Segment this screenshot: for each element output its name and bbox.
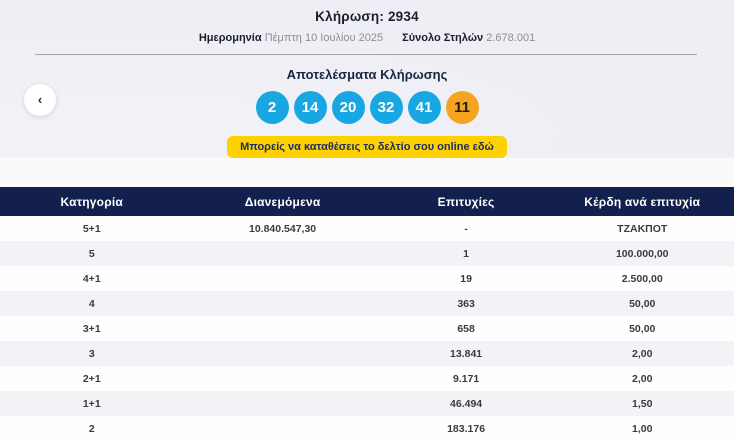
cell-prize: 2.500,00 [550,266,734,291]
column-header-distributed: Διανεμόμενα [184,187,382,216]
cell-winners: - [382,216,551,241]
submit-ticket-online-button[interactable]: Μπορείς να καταθέσεις το δελτίο σου onli… [227,136,507,158]
draw-title-label: Κλήρωση: [315,9,384,24]
cell-distributed [184,291,382,316]
cell-distributed: 10.840.547,30 [184,216,382,241]
cell-category: 5 [0,241,184,266]
payout-table: Κατηγορία Διανεμόμενα Επιτυχίες Κέρδη αν… [0,187,734,441]
number-ball: 41 [408,91,441,124]
cell-distributed [184,341,382,366]
cell-prize: 1,00 [550,416,734,441]
column-header-category: Κατηγορία [0,187,184,216]
results-title: Αποτελέσματα Κλήρωσης [0,67,734,82]
cell-distributed [184,266,382,291]
draw-meta: Ημερομηνία Πέμπτη 10 Ιουλίου 2025 Σύνολο… [0,32,734,44]
number-ball: 2 [256,91,289,124]
cell-category: 4 [0,291,184,316]
draw-title: Κλήρωση: 2934 [0,0,734,24]
draw-date-label: Ημερομηνία [199,32,262,44]
total-columns: Σύνολο Στηλών 2.678.001 [402,32,535,44]
cell-distributed [184,316,382,341]
cell-winners: 19 [382,266,551,291]
cell-prize: 100.000,00 [550,241,734,266]
cell-winners: 9.171 [382,366,551,391]
cell-category: 2 [0,416,184,441]
cell-prize: 2,00 [550,341,734,366]
table-row: 4 363 50,00 [0,291,734,316]
cell-prize: 1,50 [550,391,734,416]
cell-winners: 1 [382,241,551,266]
table-row: 5 1 100.000,00 [0,241,734,266]
cell-winners: 13.841 [382,341,551,366]
column-header-winners: Επιτυχίες [382,187,551,216]
table-row: 2 183.176 1,00 [0,416,734,441]
table-row: 3 13.841 2,00 [0,341,734,366]
cell-winners: 183.176 [382,416,551,441]
number-ball: 32 [370,91,403,124]
cell-distributed [184,391,382,416]
cell-category: 2+1 [0,366,184,391]
cell-winners: 658 [382,316,551,341]
draw-results-page: Κλήρωση: 2934 Ημερομηνία Πέμπτη 10 Ιουλί… [0,0,734,447]
table-row: 1+1 46.494 1,50 [0,391,734,416]
number-ball: 20 [332,91,365,124]
cell-prize: ΤΖΑΚΠΟΤ [550,216,734,241]
draw-date-value: Πέμπτη 10 Ιουλίου 2025 [265,32,383,44]
cell-distributed [184,416,382,441]
table-row: 2+1 9.171 2,00 [0,366,734,391]
column-header-prize: Κέρδη ανά επιτυχία [550,187,734,216]
draw-summary-panel: Κλήρωση: 2934 Ημερομηνία Πέμπτη 10 Ιουλί… [0,0,734,158]
cell-category: 5+1 [0,216,184,241]
previous-draw-button[interactable]: ‹ [24,84,56,116]
bonus-number-ball: 11 [446,91,479,124]
cell-category: 3 [0,341,184,366]
header-divider [35,54,697,55]
cell-prize: 50,00 [550,291,734,316]
cell-category: 3+1 [0,316,184,341]
cell-category: 4+1 [0,266,184,291]
table-row: 5+1 10.840.547,30 - ΤΖΑΚΠΟΤ [0,216,734,241]
cell-prize: 50,00 [550,316,734,341]
total-columns-label: Σύνολο Στηλών [402,32,483,44]
chevron-left-icon: ‹ [38,93,42,106]
cell-distributed [184,366,382,391]
cell-category: 1+1 [0,391,184,416]
total-columns-value: 2.678.001 [486,32,535,44]
table-header-row: Κατηγορία Διανεμόμενα Επιτυχίες Κέρδη αν… [0,187,734,216]
cell-prize: 2,00 [550,366,734,391]
number-ball: 14 [294,91,327,124]
draw-number: 2934 [388,9,419,24]
winning-numbers: 2 14 20 32 41 11 [0,91,734,124]
spacer-band [0,158,734,187]
table-row: 4+1 19 2.500,00 [0,266,734,291]
draw-date: Ημερομηνία Πέμπτη 10 Ιουλίου 2025 [199,32,386,44]
cell-distributed [184,241,382,266]
cell-winners: 363 [382,291,551,316]
cell-winners: 46.494 [382,391,551,416]
table-row: 3+1 658 50,00 [0,316,734,341]
